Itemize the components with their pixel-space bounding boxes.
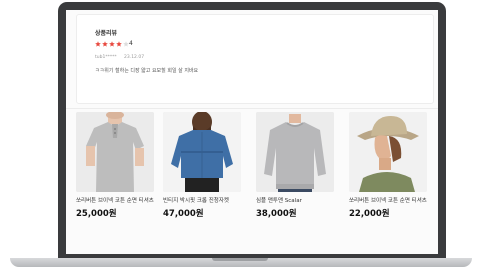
- product-card[interactable]: 빈티지 박시핏 크롭 진청자켓 47,000원: [163, 112, 245, 219]
- product-image-denim-jacket[interactable]: [163, 112, 241, 192]
- product-price: 47,000원: [163, 209, 204, 219]
- product-image-henley-tshirt[interactable]: [76, 112, 154, 192]
- screen-fade: [66, 234, 438, 254]
- star-icon: [109, 41, 115, 47]
- product-price: 25,000원: [76, 209, 117, 219]
- review-section-title: 상품리뷰: [95, 30, 118, 37]
- laptop-hinge-notch: [212, 258, 268, 261]
- review-text: ㅋㅋ위기 철하는 디장 얇고 요모힐 회일 살 지바요: [95, 68, 199, 74]
- product-card[interactable]: 쏘리버튼 브이넥 코튼 순면 티셔츠 22,000원: [349, 112, 431, 219]
- product-name[interactable]: 쏘리버튼 브이넥 코튼 순면 티셔츠: [349, 197, 429, 205]
- review-date: 23.12.07: [124, 55, 145, 60]
- product-image-bucket-hat[interactable]: [349, 112, 427, 192]
- rating-value: 4: [129, 40, 133, 47]
- review-meta: tub1***** 23.12.07: [95, 55, 150, 60]
- product-card[interactable]: 심플 맨투맨 Scalar 38,000원: [256, 112, 338, 219]
- star-icon: [102, 41, 108, 47]
- product-name[interactable]: 심플 맨투맨 Scalar: [256, 197, 336, 205]
- review-author: tub1*****: [95, 55, 117, 60]
- product-name[interactable]: 쏘리버튼 브이넥 코튼 순면 티셔츠: [76, 197, 156, 205]
- product-name[interactable]: 빈티지 박시핏 크롭 진청자켓: [163, 197, 243, 205]
- review-card: 상품리뷰 4 tub1***** 23.12.07 ㅋㅋ위기 철하는 디장 얇고…: [76, 14, 434, 104]
- product-image-sweatshirt[interactable]: [256, 112, 334, 192]
- laptop-screen: 상품리뷰 4 tub1***** 23.12.07 ㅋㅋ위기 철하는 디장 얇고…: [66, 10, 438, 254]
- star-icon: [116, 41, 122, 47]
- section-divider: [66, 108, 438, 109]
- product-card[interactable]: 쏘리버튼 브이넥 코튼 순면 티셔츠 25,000원: [76, 112, 158, 219]
- star-icon: [95, 41, 101, 47]
- star-rating: [95, 41, 129, 49]
- product-price: 38,000원: [256, 209, 297, 219]
- product-price: 22,000원: [349, 209, 390, 219]
